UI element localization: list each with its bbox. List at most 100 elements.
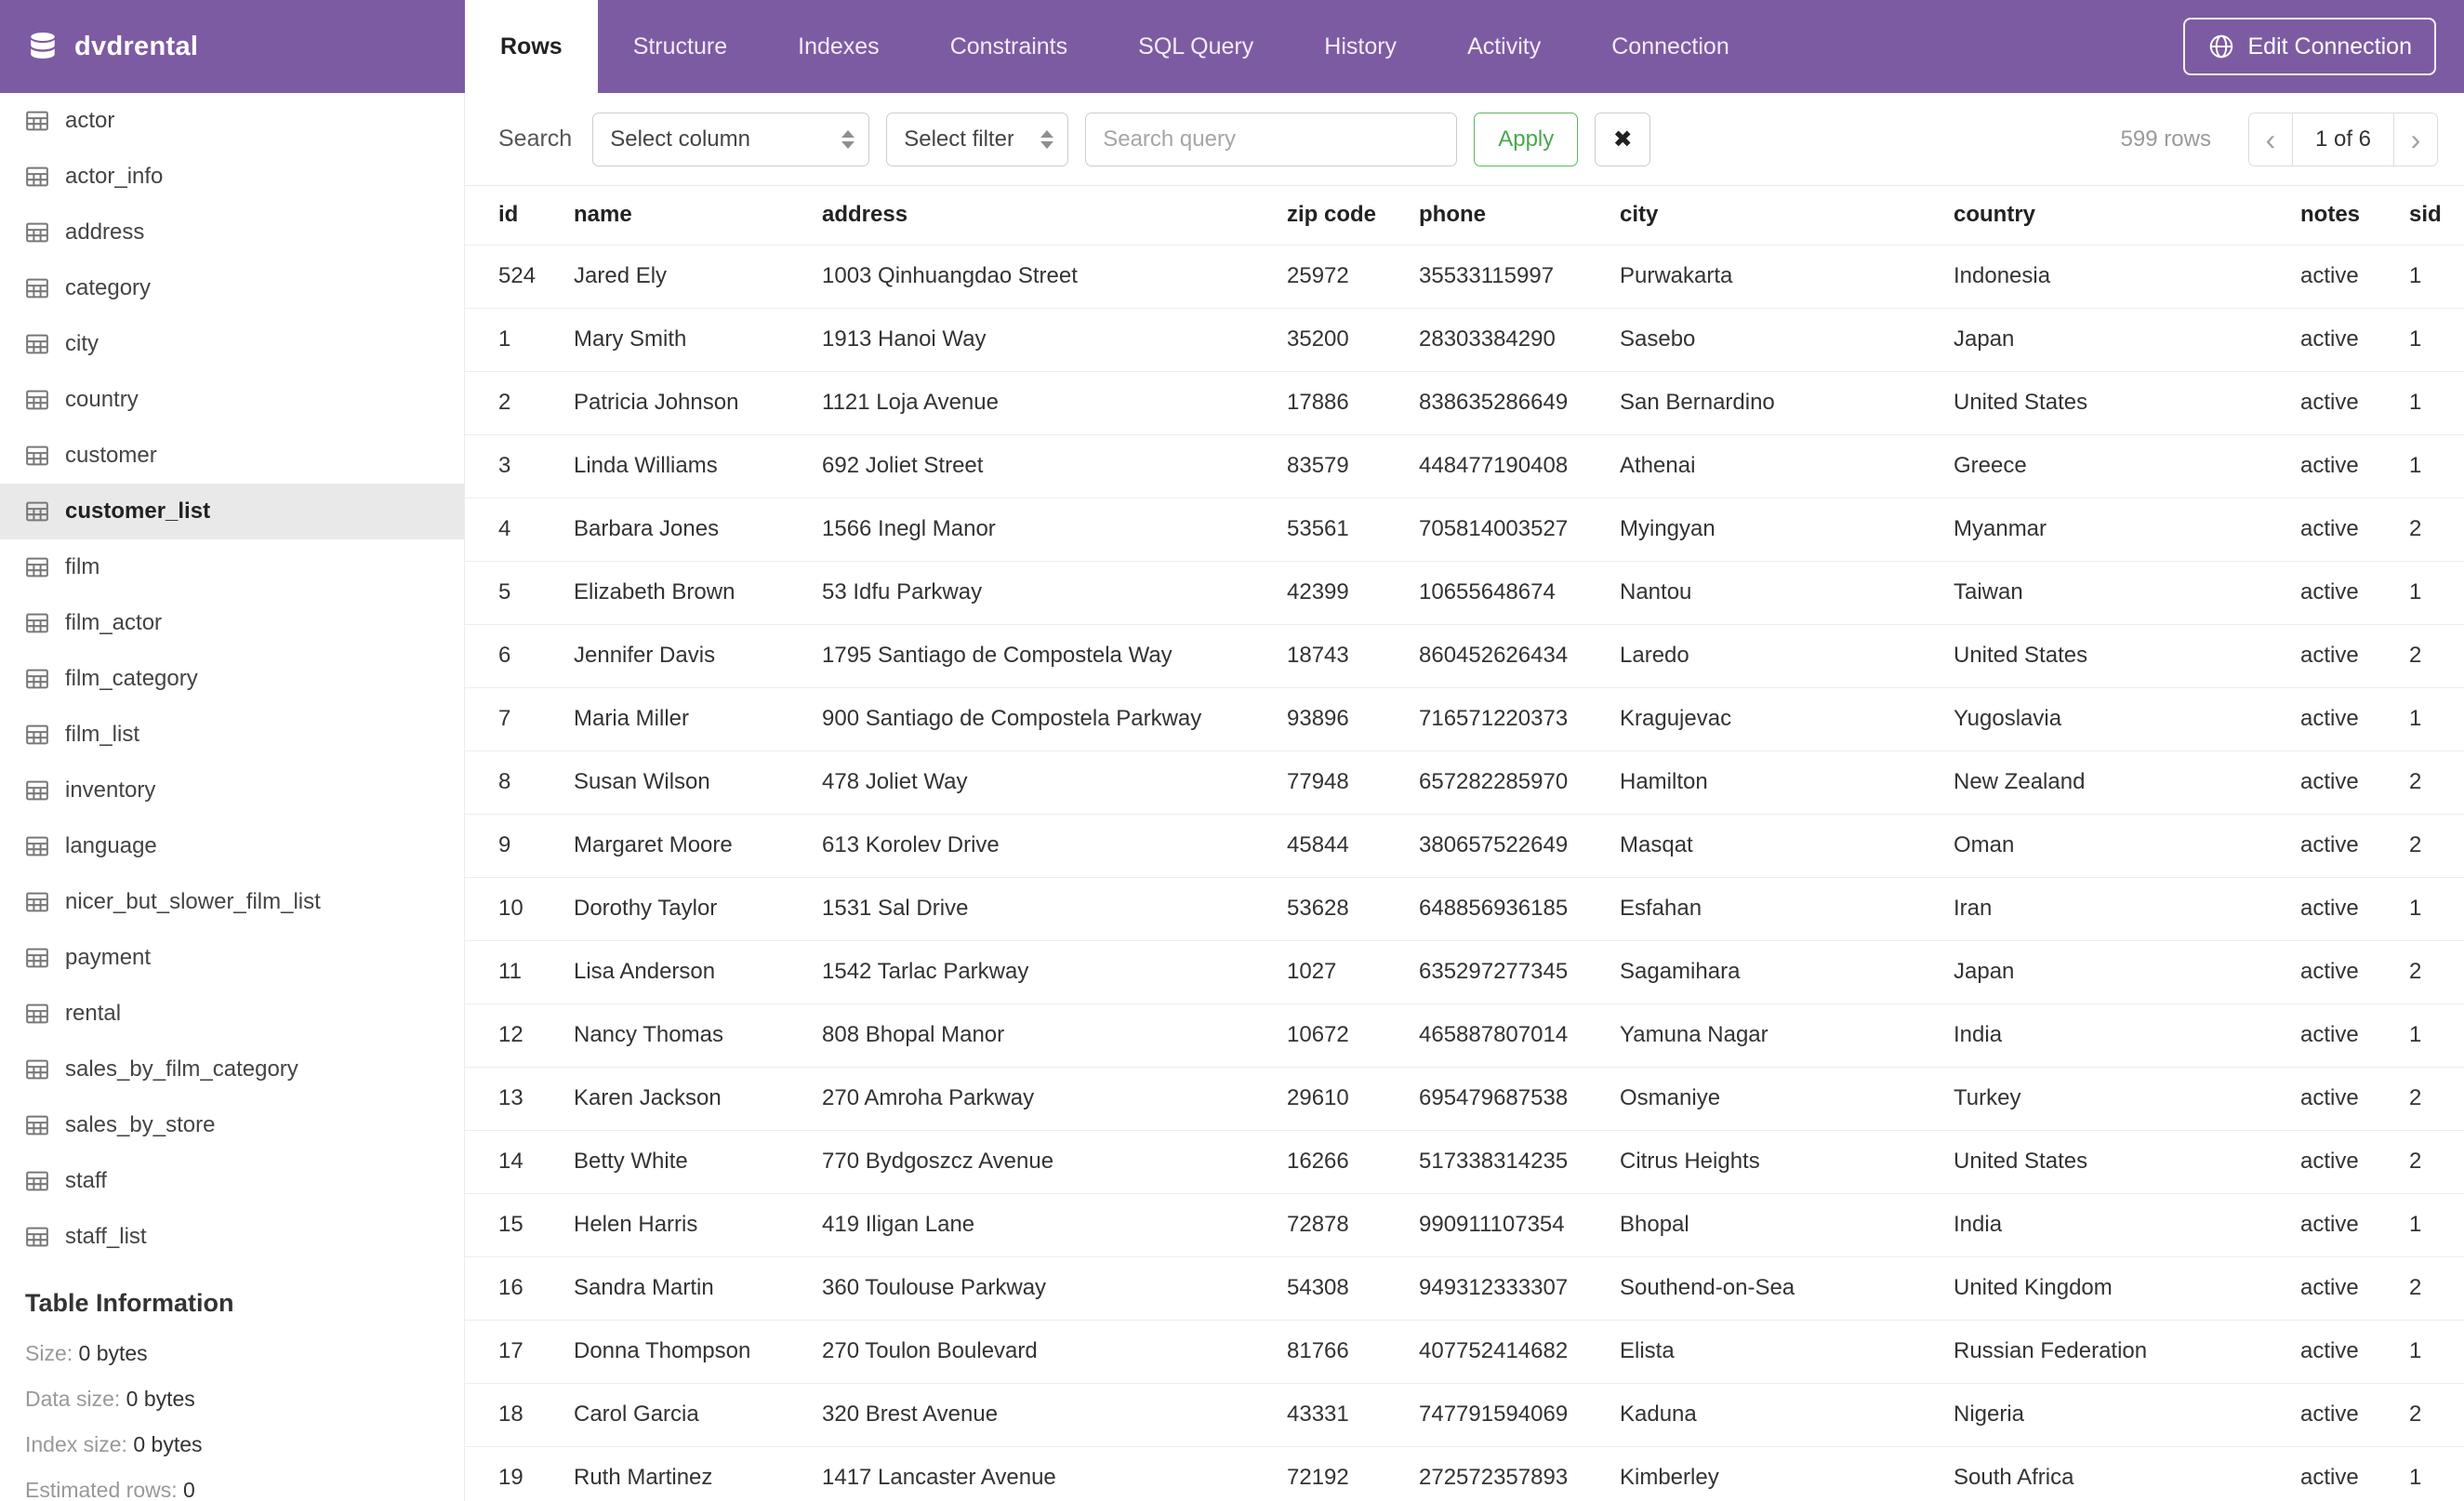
tab-sql-query[interactable]: SQL Query [1103, 0, 1289, 93]
cell-zip-code[interactable]: 81766 [1287, 1320, 1419, 1384]
cell-phone[interactable]: 635297277345 [1419, 940, 1620, 1004]
cell-country[interactable]: Turkey [1954, 1067, 2300, 1131]
cell-sid[interactable]: 2 [2409, 1383, 2464, 1447]
sidebar-item-actor_info[interactable]: actor_info [0, 149, 464, 205]
cell-name[interactable]: Nancy Thomas [574, 1003, 822, 1068]
cell-country[interactable]: South Africa [1954, 1446, 2300, 1501]
cell-phone[interactable]: 10655648674 [1419, 561, 1620, 625]
table-row[interactable]: 6 Jennifer Davis 1795 Santiago de Composte… [465, 624, 2464, 688]
sidebar-item-customer_list[interactable]: customer_list [0, 484, 464, 539]
cell-notes[interactable]: active [2300, 561, 2409, 625]
cell-name[interactable]: Carol Garcia [574, 1383, 822, 1447]
cell-name[interactable]: Barbara Jones [574, 498, 822, 562]
table-row[interactable]: 5 Elizabeth Brown 53 Idfu Parkway 42399 1065… [465, 561, 2464, 625]
cell-id[interactable]: 13 [465, 1067, 574, 1131]
cell-sid[interactable]: 1 [2409, 1003, 2464, 1068]
cell-country[interactable]: Myanmar [1954, 498, 2300, 562]
cell-phone[interactable]: 747791594069 [1419, 1383, 1620, 1447]
table-row[interactable]: 9 Margaret Moore 613 Korolev Drive 45844 380… [465, 814, 2464, 878]
cell-notes[interactable]: active [2300, 940, 2409, 1004]
cell-address[interactable]: 360 Toulouse Parkway [822, 1256, 1287, 1321]
column-header-address[interactable]: address [822, 186, 1287, 246]
cell-name[interactable]: Lisa Anderson [574, 940, 822, 1004]
sidebar-item-country[interactable]: country [0, 372, 464, 428]
cell-sid[interactable]: 1 [2409, 1446, 2464, 1501]
cell-address[interactable]: 808 Bhopal Manor [822, 1003, 1287, 1068]
cell-address[interactable]: 1003 Qinhuangdao Street [822, 245, 1287, 309]
cell-notes[interactable]: active [2300, 245, 2409, 309]
next-page-button[interactable]: › [2394, 113, 2437, 166]
table-row[interactable]: 18 Carol Garcia 320 Brest Avenue 43331 74779… [465, 1383, 2464, 1447]
table-row[interactable]: 13 Karen Jackson 270 Amroha Parkway 29610 69… [465, 1067, 2464, 1131]
column-header-zip-code[interactable]: zip code [1287, 186, 1419, 246]
cell-sid[interactable]: 2 [2409, 940, 2464, 1004]
cell-name[interactable]: Maria Miller [574, 687, 822, 751]
cell-address[interactable]: 270 Amroha Parkway [822, 1067, 1287, 1131]
cell-notes[interactable]: active [2300, 687, 2409, 751]
cell-address[interactable]: 320 Brest Avenue [822, 1383, 1287, 1447]
cell-address[interactable]: 1121 Loja Avenue [822, 371, 1287, 435]
sidebar-item-nicer_but_slower_film_list[interactable]: nicer_but_slower_film_list [0, 874, 464, 930]
cell-id[interactable]: 7 [465, 687, 574, 751]
cell-zip-code[interactable]: 35200 [1287, 308, 1419, 372]
tab-activity[interactable]: Activity [1432, 0, 1576, 93]
cell-phone[interactable]: 657282285970 [1419, 750, 1620, 815]
cell-city[interactable]: San Bernardino [1620, 371, 1954, 435]
cell-zip-code[interactable]: 53561 [1287, 498, 1419, 562]
cell-notes[interactable]: active [2300, 1446, 2409, 1501]
cell-city[interactable]: Sagamihara [1620, 940, 1954, 1004]
cell-country[interactable]: United States [1954, 624, 2300, 688]
cell-notes[interactable]: active [2300, 1130, 2409, 1194]
cell-address[interactable]: 1795 Santiago de Compostela Way [822, 624, 1287, 688]
cell-zip-code[interactable]: 77948 [1287, 750, 1419, 815]
table-row[interactable]: 8 Susan Wilson 478 Joliet Way 77948 65728228… [465, 750, 2464, 815]
cell-address[interactable]: 419 Iligan Lane [822, 1193, 1287, 1257]
cell-notes[interactable]: active [2300, 877, 2409, 941]
cell-city[interactable]: Yamuna Nagar [1620, 1003, 1954, 1068]
table-row[interactable]: 10 Dorothy Taylor 1531 Sal Drive 53628 64885… [465, 877, 2464, 941]
cell-country[interactable]: Japan [1954, 940, 2300, 1004]
column-header-name[interactable]: name [574, 186, 822, 246]
cell-name[interactable]: Linda Williams [574, 434, 822, 498]
cell-name[interactable]: Donna Thompson [574, 1320, 822, 1384]
cell-zip-code[interactable]: 1027 [1287, 940, 1419, 1004]
table-row[interactable]: 1 Mary Smith 1913 Hanoi Way 35200 2830338429… [465, 308, 2464, 372]
cell-sid[interactable]: 1 [2409, 561, 2464, 625]
cell-zip-code[interactable]: 42399 [1287, 561, 1419, 625]
cell-address[interactable]: 1542 Tarlac Parkway [822, 940, 1287, 1004]
cell-sid[interactable]: 2 [2409, 624, 2464, 688]
search-query-input[interactable] [1085, 112, 1458, 166]
cell-sid[interactable]: 1 [2409, 371, 2464, 435]
cell-name[interactable]: Mary Smith [574, 308, 822, 372]
sidebar-item-film_list[interactable]: film_list [0, 707, 464, 763]
table-row[interactable]: 524 Jared Ely 1003 Qinhuangdao Street 25972… [465, 245, 2464, 309]
cell-country[interactable]: Oman [1954, 814, 2300, 878]
cell-phone[interactable]: 465887807014 [1419, 1003, 1620, 1068]
column-header-phone[interactable]: phone [1419, 186, 1620, 246]
cell-sid[interactable]: 2 [2409, 1067, 2464, 1131]
cell-phone[interactable]: 380657522649 [1419, 814, 1620, 878]
cell-phone[interactable]: 517338314235 [1419, 1130, 1620, 1194]
cell-notes[interactable]: active [2300, 1256, 2409, 1321]
sidebar-item-city[interactable]: city [0, 316, 464, 372]
cell-address[interactable]: 270 Toulon Boulevard [822, 1320, 1287, 1384]
sidebar-item-sales_by_store[interactable]: sales_by_store [0, 1097, 464, 1153]
cell-zip-code[interactable]: 29610 [1287, 1067, 1419, 1131]
cell-country[interactable]: Japan [1954, 308, 2300, 372]
cell-notes[interactable]: active [2300, 498, 2409, 562]
cell-id[interactable]: 1 [465, 308, 574, 372]
column-select[interactable]: Select column [592, 112, 870, 166]
sidebar-item-address[interactable]: address [0, 205, 464, 260]
sidebar-item-actor[interactable]: actor [0, 93, 464, 149]
cell-phone[interactable]: 648856936185 [1419, 877, 1620, 941]
cell-zip-code[interactable]: 45844 [1287, 814, 1419, 878]
sidebar-item-rental[interactable]: rental [0, 986, 464, 1042]
cell-city[interactable]: Nantou [1620, 561, 1954, 625]
cell-notes[interactable]: active [2300, 1003, 2409, 1068]
cell-city[interactable]: Athenai [1620, 434, 1954, 498]
cell-phone[interactable]: 990911107354 [1419, 1193, 1620, 1257]
tab-indexes[interactable]: Indexes [762, 0, 915, 93]
cell-id[interactable]: 5 [465, 561, 574, 625]
sidebar-item-customer[interactable]: customer [0, 428, 464, 484]
sidebar-item-category[interactable]: category [0, 260, 464, 316]
